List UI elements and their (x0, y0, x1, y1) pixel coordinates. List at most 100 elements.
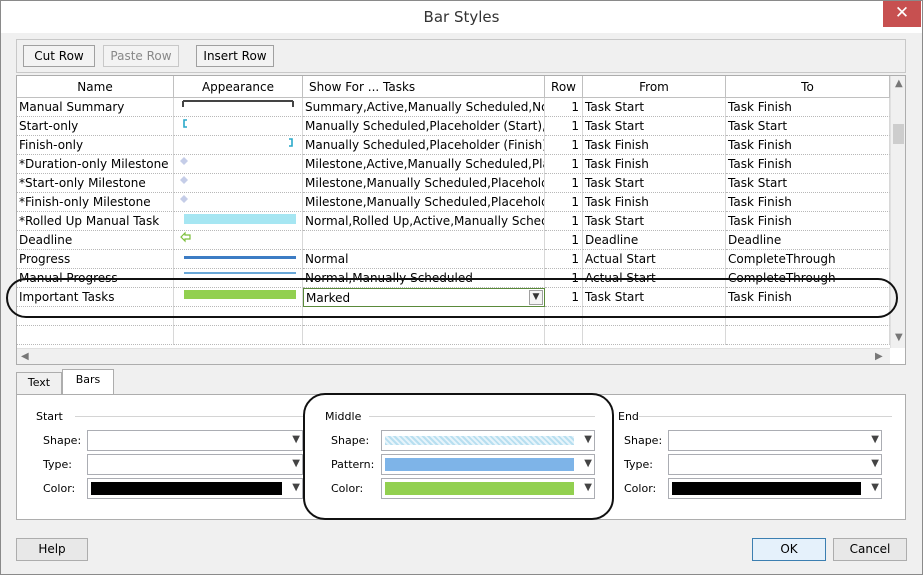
cell-name[interactable]: Manual Summary (17, 98, 174, 117)
cell-show-for[interactable]: Marked ▼ (303, 288, 545, 307)
chevron-down-icon[interactable]: ▼ (292, 458, 300, 469)
cell-to[interactable]: Task Finish (726, 136, 890, 155)
cell-name[interactable]: Progress (17, 250, 174, 269)
cell-appearance[interactable] (174, 231, 303, 250)
scroll-right-icon[interactable]: ▶ (875, 351, 883, 362)
cell-appearance[interactable] (174, 326, 303, 345)
cancel-button[interactable]: Cancel (833, 538, 907, 561)
cell-name[interactable]: Important Tasks (17, 288, 174, 307)
start-color-combo[interactable]: ▼ (87, 478, 303, 499)
cell-to[interactable]: Task Finish (726, 155, 890, 174)
middle-pattern-combo[interactable]: ▼ (381, 454, 595, 475)
cell-show-for[interactable]: Milestone,Active,Manually Scheduled,Plac (303, 155, 545, 174)
chevron-down-icon[interactable]: ▼ (292, 482, 300, 493)
col-header-appearance[interactable]: Appearance (174, 76, 303, 98)
cell-name[interactable] (17, 307, 174, 326)
table-row[interactable]: Important Tasks Marked ▼ 1 Task Start Task Fi… (17, 288, 890, 307)
cell-appearance[interactable] (174, 212, 303, 231)
cell-show-for[interactable]: Normal,Manually Scheduled (303, 269, 545, 288)
cell-to[interactable]: Task Finish (726, 212, 890, 231)
cell-from[interactable]: Task Start (583, 117, 726, 136)
cell-from[interactable]: Task Start (583, 288, 726, 307)
cell-show-for[interactable] (303, 307, 545, 326)
cell-from[interactable]: Task Finish (583, 155, 726, 174)
cell-row[interactable]: 1 (545, 288, 583, 307)
cell-row[interactable] (545, 307, 583, 326)
chevron-down-icon[interactable]: ▼ (292, 434, 300, 445)
cell-row[interactable]: 1 (545, 117, 583, 136)
scroll-down-icon[interactable]: ▼ (895, 332, 903, 343)
tab-bars[interactable]: Bars (62, 369, 114, 394)
cell-row[interactable]: 1 (545, 250, 583, 269)
table-row[interactable]: *Rolled Up Manual Task Normal,Rolled Up,A… (17, 212, 890, 231)
col-header-name[interactable]: Name (17, 76, 174, 98)
table-row[interactable]: Start-only Manually Scheduled,Placeholder… (17, 117, 890, 136)
cell-from[interactable]: Task Start (583, 98, 726, 117)
cell-appearance[interactable] (174, 117, 303, 136)
cell-to[interactable]: Task Start (726, 174, 890, 193)
scroll-thumb[interactable] (893, 124, 904, 144)
cell-appearance[interactable] (174, 155, 303, 174)
chevron-down-icon[interactable]: ▼ (584, 434, 592, 445)
col-header-to[interactable]: To (726, 76, 890, 98)
cell-to[interactable]: Task Finish (726, 98, 890, 117)
ok-button[interactable]: OK (752, 538, 826, 561)
table-row-empty[interactable] (17, 326, 890, 345)
insert-row-button[interactable]: Insert Row (196, 45, 274, 67)
cell-show-for[interactable]: Milestone,Manually Scheduled,Placehold (303, 193, 545, 212)
cell-row[interactable]: 1 (545, 174, 583, 193)
middle-shape-combo[interactable]: ▼ (381, 430, 595, 451)
table-row[interactable]: Manual Summary Summary,Active,Manually Sc… (17, 98, 890, 117)
paste-row-button[interactable]: Paste Row (103, 45, 179, 67)
cell-name[interactable]: *Finish-only Milestone (17, 193, 174, 212)
cell-to[interactable] (726, 307, 890, 326)
scroll-up-icon[interactable]: ▲ (895, 78, 903, 89)
table-row[interactable]: *Finish-only Milestone Milestone,Manually… (17, 193, 890, 212)
cell-appearance[interactable] (174, 269, 303, 288)
scroll-left-icon[interactable]: ◀ (21, 351, 29, 362)
end-shape-combo[interactable]: ▼ (668, 430, 882, 451)
horizontal-scrollbar[interactable]: ◀ ▶ (17, 348, 890, 364)
cell-appearance[interactable] (174, 288, 303, 307)
cell-row[interactable]: 1 (545, 136, 583, 155)
start-type-combo[interactable]: ▼ (87, 454, 303, 475)
table-row[interactable]: Manual Progress Normal,Manually Scheduled… (17, 269, 890, 288)
help-button[interactable]: Help (16, 538, 88, 561)
cell-row[interactable]: 1 (545, 212, 583, 231)
table-row[interactable]: *Start-only Milestone Milestone,Manually … (17, 174, 890, 193)
cell-row[interactable] (545, 326, 583, 345)
table-row[interactable]: Finish-only Manually Scheduled,Placeholde… (17, 136, 890, 155)
chevron-down-icon[interactable]: ▼ (584, 482, 592, 493)
table-row[interactable]: Deadline 1 Deadline Deadline (17, 231, 890, 250)
cell-from[interactable]: Deadline (583, 231, 726, 250)
cell-show-for[interactable] (303, 231, 545, 250)
cell-appearance[interactable] (174, 193, 303, 212)
cell-show-for[interactable]: Milestone,Manually Scheduled,Placehold (303, 174, 545, 193)
cell-row[interactable]: 1 (545, 269, 583, 288)
cell-from[interactable]: Task Finish (583, 193, 726, 212)
close-button[interactable]: ✕ (883, 1, 921, 27)
tab-text[interactable]: Text (16, 372, 62, 394)
cell-name[interactable] (17, 326, 174, 345)
chevron-down-icon[interactable]: ▼ (871, 458, 879, 469)
table-row-empty[interactable] (17, 307, 890, 326)
cell-appearance[interactable] (174, 136, 303, 155)
middle-color-combo[interactable]: ▼ (381, 478, 595, 499)
col-header-row[interactable]: Row (545, 76, 583, 98)
cell-from[interactable]: Actual Start (583, 269, 726, 288)
cell-row[interactable]: 1 (545, 98, 583, 117)
chevron-down-icon[interactable]: ▼ (871, 482, 879, 493)
start-shape-combo[interactable]: ▼ (87, 430, 303, 451)
cell-name[interactable]: Deadline (17, 231, 174, 250)
chevron-down-icon[interactable]: ▼ (529, 290, 543, 305)
cell-from[interactable] (583, 326, 726, 345)
cell-row[interactable]: 1 (545, 193, 583, 212)
cell-row[interactable]: 1 (545, 155, 583, 174)
cell-appearance[interactable] (174, 174, 303, 193)
cell-appearance[interactable] (174, 98, 303, 117)
vertical-scrollbar[interactable]: ▲ ▼ (890, 76, 905, 348)
cell-from[interactable]: Task Finish (583, 136, 726, 155)
chevron-down-icon[interactable]: ▼ (871, 434, 879, 445)
cell-name[interactable]: Manual Progress (17, 269, 174, 288)
end-color-combo[interactable]: ▼ (668, 478, 882, 499)
